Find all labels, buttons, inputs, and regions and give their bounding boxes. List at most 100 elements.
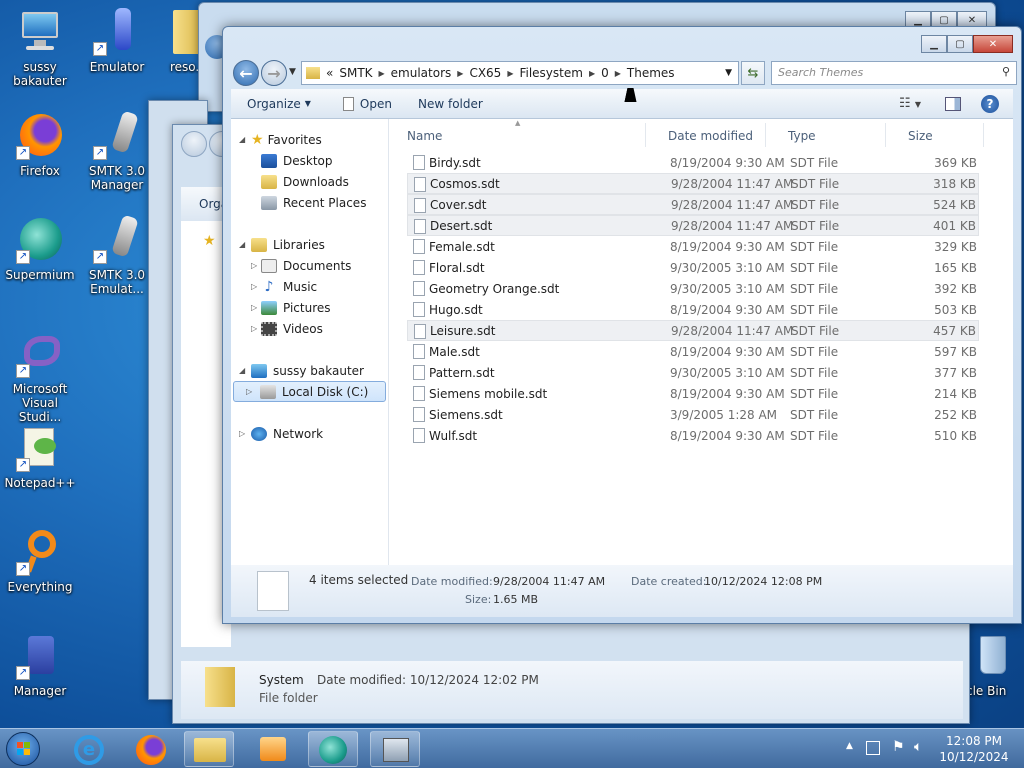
flag-tray-icon[interactable]: ⚑ (892, 739, 905, 755)
chevron-right-icon[interactable]: ▶ (589, 69, 595, 78)
column-header-type[interactable]: Type (788, 129, 816, 143)
nav-music[interactable]: ▷ ♪ Music (231, 276, 388, 297)
address-dropdown-icon[interactable]: ▼ (725, 68, 732, 78)
file-date: 3/9/2005 1:28 AM (670, 407, 778, 422)
desktop-icon-notepadpp[interactable]: ↗ Notepad++ (2, 424, 78, 490)
crumb-0[interactable]: 0 (601, 66, 609, 80)
start-button[interactable] (6, 732, 40, 766)
collapsed-arrow-icon[interactable]: ▷ (251, 261, 257, 270)
file-row[interactable]: Hugo.sdt 8/19/2004 9:30 AM SDT File 503 KB (407, 299, 979, 320)
nav-recent-places[interactable]: Recent Places (231, 192, 388, 213)
desktop-icon-manager[interactable]: ↗ Manager (2, 632, 78, 698)
file-row[interactable]: Pattern.sdt 9/30/2005 3:10 AM SDT File 377 … (407, 362, 979, 383)
file-name: Cover.sdt (430, 197, 487, 212)
expand-arrow-icon[interactable]: ◢ (239, 366, 245, 375)
back-icon[interactable] (181, 131, 207, 157)
clock[interactable]: 12:08 PM 10/12/2024 (936, 733, 1012, 765)
crumb-cx65[interactable]: CX65 (469, 66, 501, 80)
file-row[interactable]: Cover.sdt 9/28/2004 11:47 AM SDT File 524 K… (407, 194, 979, 215)
file-row[interactable]: Floral.sdt 9/30/2005 3:10 AM SDT File 165 K… (407, 257, 979, 278)
open-button[interactable]: Open (342, 96, 392, 111)
nav-pictures[interactable]: ▷ Pictures (231, 297, 388, 318)
file-icon (413, 239, 425, 254)
nav-libraries[interactable]: ◢ Libraries (231, 234, 388, 255)
file-size: 377 KB (934, 365, 977, 380)
nav-network[interactable]: ▷ Network (231, 423, 388, 444)
desktop-icon-recycle-bin[interactable]: cle Bin (962, 632, 1024, 698)
chevron-right-icon[interactable]: ▶ (379, 69, 385, 78)
file-row[interactable]: Cosmos.sdt 9/28/2004 11:47 AM SDT File 318 … (407, 173, 979, 194)
desktop-icon-computer[interactable]: sussy bakauter (2, 8, 78, 88)
desktop-icon-everything[interactable]: ↗ Everything (2, 528, 78, 594)
file-size: 369 KB (934, 155, 977, 170)
collapsed-arrow-icon[interactable]: ▷ (251, 282, 257, 291)
search-input[interactable]: Search Themes ⚲ (771, 61, 1017, 85)
nav-local-disk[interactable]: ▷ Local Disk (C:) (233, 381, 386, 402)
minimize-button[interactable]: ▁ (921, 35, 947, 53)
maximize-button[interactable]: ▢ (947, 35, 973, 53)
crumb-smtk[interactable]: SMTK (339, 66, 372, 80)
close-button[interactable]: ✕ (973, 35, 1013, 53)
desktop-icon-firefox[interactable]: ↗ Firefox (2, 112, 78, 178)
supermium-taskbar-button[interactable] (308, 731, 358, 767)
media-player-icon[interactable] (260, 737, 286, 761)
internet-explorer-icon[interactable]: e (74, 735, 104, 765)
desktop-icon-visual-studio[interactable]: ↗ Microsoft Visual Studi... (2, 330, 78, 424)
desktop-icon-smtk-emulator[interactable]: ↗ SMTK 3.0 Emulat... (79, 214, 155, 296)
view-options-icon[interactable]: ☷ ▼ (899, 96, 921, 111)
crumb-emulators[interactable]: emulators (391, 66, 452, 80)
nav-documents[interactable]: ▷ Documents (231, 255, 388, 276)
file-row[interactable]: Female.sdt 8/19/2004 9:30 AM SDT File 329 K… (407, 236, 979, 257)
file-row[interactable]: Geometry Orange.sdt 9/30/2005 3:10 AM SDT … (407, 278, 979, 299)
explorer-window[interactable]: ▁ ▢ ✕ ← → ▼ « SMTK ▶ emulators ▶ CX65 ▶ Fil… (222, 26, 1022, 624)
refresh-button[interactable]: ⇆ (741, 61, 765, 85)
pictures-icon (261, 300, 277, 315)
desktop-icon-resources[interactable]: reso... (156, 8, 202, 74)
preview-pane-icon[interactable] (945, 96, 961, 111)
nav-desktop[interactable]: Desktop (231, 150, 388, 171)
forward-button[interactable]: → (261, 60, 287, 86)
file-row[interactable]: Siemens mobile.sdt 8/19/2004 9:30 AM SDT F… (407, 383, 979, 404)
desktop-icon-label: Everything (7, 580, 73, 594)
file-row[interactable]: Wulf.sdt 8/19/2004 9:30 AM SDT File 510 KB (407, 425, 979, 446)
crumb-themes[interactable]: Themes (627, 66, 675, 80)
column-header-size[interactable]: Size (908, 129, 933, 143)
chevron-right-icon[interactable]: ▶ (507, 69, 513, 78)
app-taskbar-button[interactable] (370, 731, 420, 767)
nav-computer[interactable]: ◢ sussy bakauter (231, 360, 388, 381)
expand-arrow-icon[interactable]: ◢ (239, 135, 245, 144)
desktop-icon-smtk-manager[interactable]: ↗ SMTK 3.0 Manager (79, 110, 155, 192)
collapsed-arrow-icon[interactable]: ▷ (251, 303, 257, 312)
nav-favorites[interactable]: ◢ ★ Favorites (231, 129, 388, 150)
file-row[interactable]: Desert.sdt 9/28/2004 11:47 AM SDT File 401 … (407, 215, 979, 236)
recent-pages-chevron-icon[interactable]: ▼ (289, 67, 296, 77)
chevron-right-icon[interactable]: ▶ (615, 69, 621, 78)
crumb-filesystem[interactable]: Filesystem (519, 66, 582, 80)
help-icon[interactable]: ? (981, 94, 999, 113)
file-row[interactable]: Male.sdt 8/19/2004 9:30 AM SDT File 597 KB (407, 341, 979, 362)
column-header-name[interactable]: Name (407, 129, 442, 143)
file-row[interactable]: Leisure.sdt 9/28/2004 11:47 AM SDT File 457… (407, 320, 979, 341)
expand-arrow-icon[interactable]: ◢ (239, 240, 245, 249)
column-header-date[interactable]: Date modified (668, 129, 753, 143)
show-hidden-icons-icon[interactable]: ▲ (846, 741, 853, 751)
nav-videos[interactable]: ▷ Videos (231, 318, 388, 339)
collapsed-arrow-icon[interactable]: ▷ (251, 324, 257, 333)
address-overflow[interactable]: « (326, 66, 333, 80)
organize-button[interactable]: Organize ▼ (247, 97, 311, 111)
volume-muted-icon[interactable]: 🔈︎ (914, 739, 922, 755)
desktop-icon-supermium[interactable]: ↗ Supermium (2, 216, 78, 282)
collapsed-arrow-icon[interactable]: ▷ (246, 387, 252, 396)
new-folder-button[interactable]: New folder (418, 97, 483, 111)
file-row[interactable]: Birdy.sdt 8/19/2004 9:30 AM SDT File 369 KB (407, 152, 979, 173)
back-button[interactable]: ← (233, 60, 259, 86)
collapsed-arrow-icon[interactable]: ▷ (239, 429, 245, 438)
address-bar[interactable]: « SMTK ▶ emulators ▶ CX65 ▶ Filesystem ▶ 0 ▶ … (301, 61, 739, 85)
firefox-taskbar-icon[interactable] (136, 735, 166, 765)
explorer-taskbar-button[interactable] (184, 731, 234, 767)
desktop-icon-emulator[interactable]: ↗ Emulator (79, 8, 155, 74)
network-tray-icon[interactable] (866, 741, 880, 755)
file-row[interactable]: Siemens.sdt 3/9/2005 1:28 AM SDT File 252 K… (407, 404, 979, 425)
chevron-right-icon[interactable]: ▶ (457, 69, 463, 78)
nav-downloads[interactable]: Downloads (231, 171, 388, 192)
